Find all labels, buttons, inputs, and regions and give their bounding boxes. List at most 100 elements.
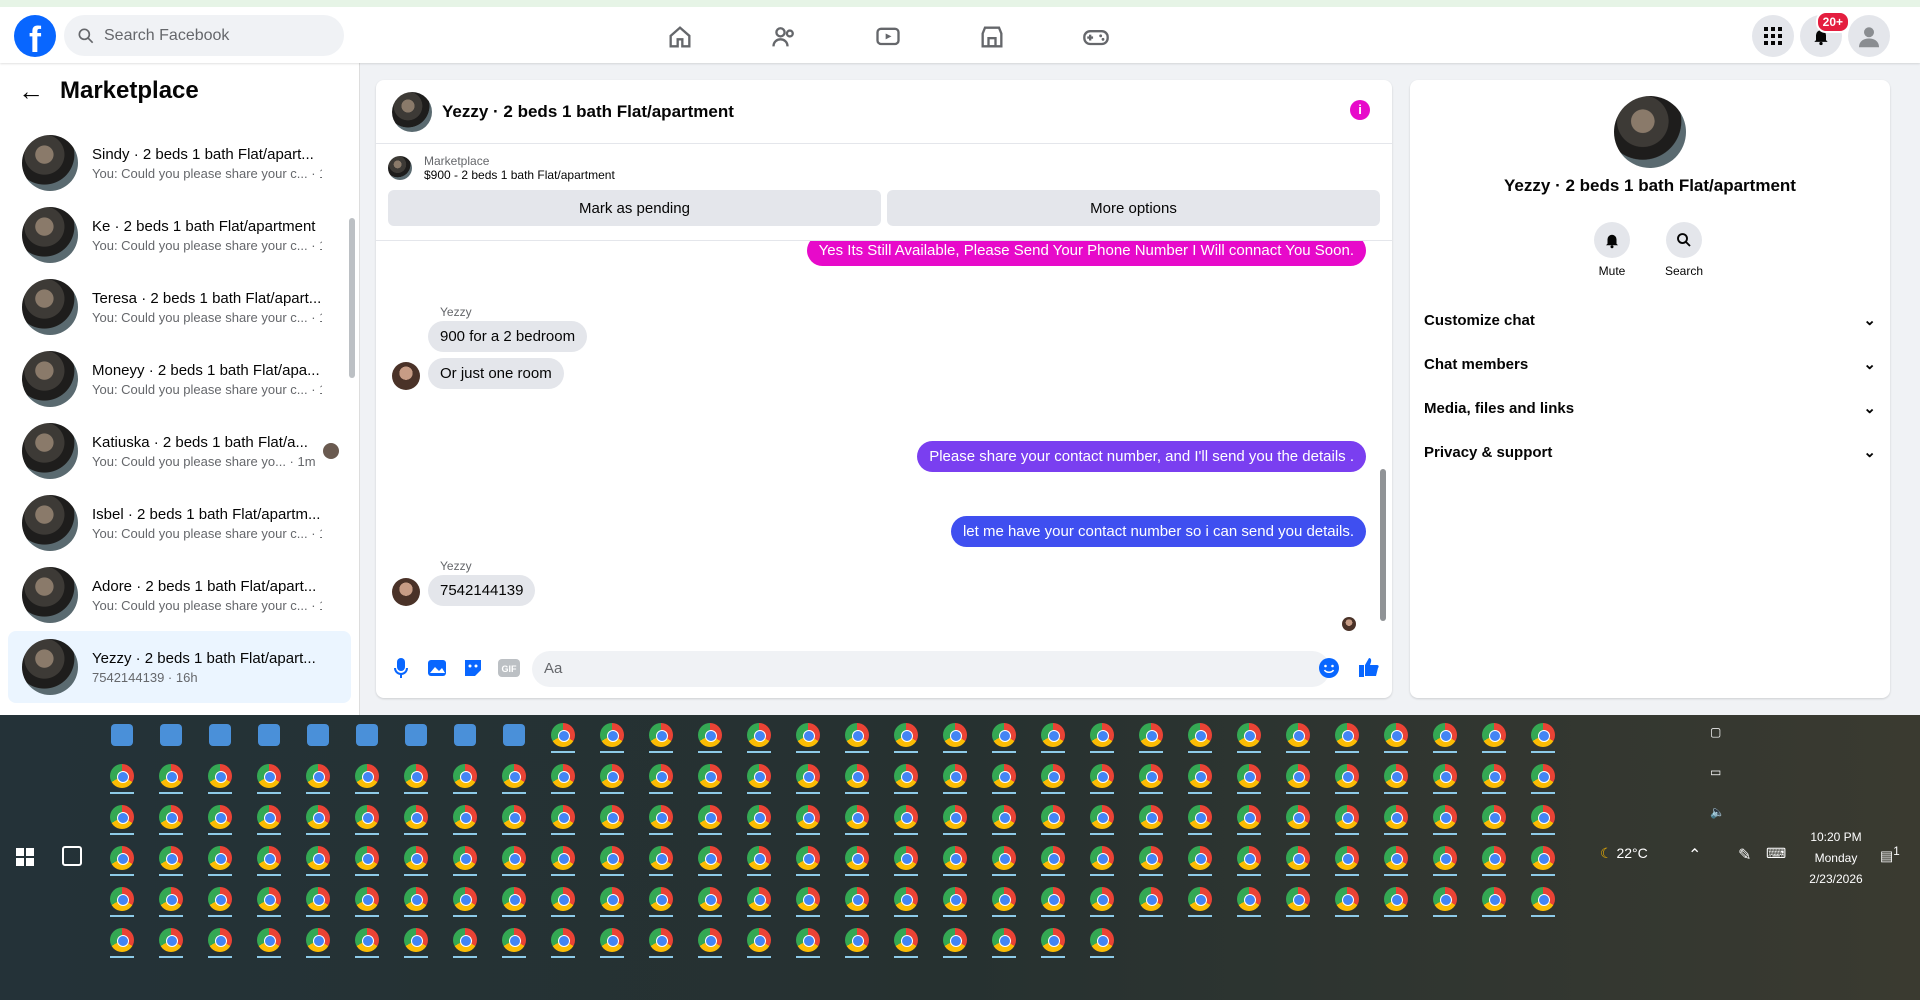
chrome-profile-icon[interactable] — [1233, 760, 1265, 794]
chrome-profile-icon[interactable] — [1429, 801, 1461, 835]
chrome-profile-icon[interactable] — [1282, 883, 1314, 917]
chrome-profile-icon[interactable] — [547, 801, 579, 835]
customize-chat-row[interactable]: Customize chat ⌄ — [1424, 300, 1876, 340]
chrome-profile-icon[interactable] — [988, 719, 1020, 753]
chrome-profile-icon[interactable] — [1037, 924, 1069, 958]
mute-button[interactable]: Mute — [1582, 222, 1642, 278]
chrome-profile-icon[interactable] — [988, 760, 1020, 794]
chrome-profile-icon[interactable] — [400, 801, 432, 835]
chrome-profile-icon[interactable] — [841, 842, 873, 876]
chrome-profile-icon[interactable] — [547, 842, 579, 876]
chrome-profile-icon[interactable] — [743, 760, 775, 794]
chrome-profile-icon[interactable] — [1380, 801, 1412, 835]
chrome-profile-icon[interactable] — [890, 719, 922, 753]
chrome-profile-icon[interactable] — [547, 760, 579, 794]
chrome-profile-icon[interactable] — [400, 760, 432, 794]
chrome-profile-icon[interactable] — [792, 924, 824, 958]
chrome-profile-icon[interactable] — [694, 719, 726, 753]
chrome-profile-icon[interactable] — [1331, 883, 1363, 917]
chrome-profile-icon[interactable] — [1282, 801, 1314, 835]
chrome-profile-icon[interactable] — [1478, 883, 1510, 917]
chrome-profile-icon[interactable] — [743, 842, 775, 876]
chrome-profile-icon[interactable] — [694, 760, 726, 794]
volume-icon[interactable]: 🔈 — [1710, 805, 1725, 819]
chrome-profile-icon[interactable] — [302, 801, 334, 835]
chrome-profile-icon[interactable] — [694, 842, 726, 876]
chrome-profile-icon[interactable] — [1282, 719, 1314, 753]
chrome-profile-icon[interactable] — [743, 924, 775, 958]
sticky-notes-icon[interactable] — [498, 719, 530, 751]
chrome-profile-icon[interactable] — [1037, 842, 1069, 876]
chrome-profile-icon[interactable] — [890, 760, 922, 794]
chrome-profile-icon[interactable] — [939, 883, 971, 917]
chrome-profile-icon[interactable] — [204, 924, 236, 958]
chrome-profile-icon[interactable] — [596, 719, 628, 753]
media-files-links-row[interactable]: Media, files and links ⌄ — [1424, 388, 1876, 428]
chrome-profile-icon[interactable] — [1135, 842, 1167, 876]
chrome-profile-icon[interactable] — [400, 719, 432, 751]
chrome-profile-icon[interactable] — [645, 883, 677, 917]
info-icon[interactable]: i — [1350, 100, 1370, 120]
task-view-icon[interactable] — [62, 846, 82, 866]
chrome-profile-icon[interactable] — [547, 719, 579, 753]
chrome-profile-icon[interactable] — [1429, 842, 1461, 876]
thread-item-selected[interactable]: Yezzy · 2 beds 1 bath Flat/apart... 75421… — [8, 631, 351, 703]
chrome-profile-icon[interactable] — [1037, 719, 1069, 753]
chrome-profile-icon[interactable] — [498, 760, 530, 794]
chrome-profile-icon[interactable] — [890, 842, 922, 876]
chrome-profile-icon[interactable] — [890, 801, 922, 835]
chrome-profile-icon[interactable] — [302, 842, 334, 876]
chrome-profile-icon[interactable] — [1380, 760, 1412, 794]
chrome-profile-icon[interactable] — [890, 924, 922, 958]
chrome-profile-icon[interactable] — [155, 801, 187, 835]
chrome-profile-icon[interactable] — [400, 924, 432, 958]
chrome-profile-icon[interactable] — [253, 924, 285, 958]
file-explorer-icon[interactable] — [204, 719, 236, 751]
chrome-profile-icon[interactable] — [1184, 842, 1216, 876]
chat-listing-avatar[interactable] — [392, 91, 432, 132]
chrome-profile-icon[interactable] — [841, 924, 873, 958]
chrome-profile-icon[interactable] — [106, 883, 138, 917]
paint-icon[interactable] — [449, 719, 481, 751]
chrome-profile-icon[interactable] — [1086, 719, 1118, 753]
chrome-profile-icon[interactable] — [302, 924, 334, 958]
chrome-profile-icon[interactable] — [449, 760, 481, 794]
gif-icon[interactable]: GIF — [498, 657, 520, 679]
chrome-profile-icon[interactable] — [449, 842, 481, 876]
chat-title[interactable]: Yezzy · 2 beds 1 bath Flat/apartment — [442, 102, 734, 122]
sticker-icon[interactable] — [462, 657, 484, 679]
chrome-profile-icon[interactable] — [939, 719, 971, 753]
chrome-profile-icon[interactable] — [1184, 760, 1216, 794]
chat-members-row[interactable]: Chat members ⌄ — [1424, 344, 1876, 384]
chrome-profile-icon[interactable] — [841, 760, 873, 794]
chrome-profile-icon[interactable] — [890, 883, 922, 917]
chrome-profile-icon[interactable] — [1527, 719, 1559, 753]
chrome-profile-icon[interactable] — [204, 842, 236, 876]
chrome-profile-icon[interactable] — [106, 924, 138, 958]
chrome-profile-icon[interactable] — [204, 760, 236, 794]
windows-start-icon[interactable] — [16, 848, 34, 866]
chrome-profile-icon[interactable] — [988, 883, 1020, 917]
meet-now-icon[interactable]: ▢ — [1710, 725, 1721, 739]
messages-scrollbar[interactable] — [1380, 469, 1386, 621]
chrome-profile-icon[interactable] — [1527, 801, 1559, 835]
chrome-profile-icon[interactable] — [1380, 719, 1412, 753]
microphone-icon[interactable] — [390, 657, 412, 679]
chrome-profile-icon[interactable] — [351, 883, 383, 917]
weather-widget[interactable]: ☾ 22°C — [1600, 845, 1648, 862]
chrome-profile-icon[interactable] — [1086, 801, 1118, 835]
emoji-icon[interactable] — [1318, 657, 1340, 679]
chrome-profile-icon[interactable] — [841, 719, 873, 753]
chrome-profile-icon[interactable] — [351, 760, 383, 794]
sender-avatar[interactable] — [392, 362, 420, 390]
chrome-profile-icon[interactable] — [1233, 842, 1265, 876]
message-outgoing[interactable]: Please share your contact number, and I'… — [917, 441, 1366, 472]
mark-as-pending-button[interactable]: Mark as pending — [388, 190, 881, 226]
chrome-profile-icon[interactable] — [645, 760, 677, 794]
chrome-profile-icon[interactable] — [1135, 801, 1167, 835]
chrome-profile-icon[interactable] — [1086, 842, 1118, 876]
chrome-profile-icon[interactable] — [1233, 719, 1265, 753]
chrome-profile-icon[interactable] — [841, 801, 873, 835]
chrome-profile-icon[interactable] — [988, 801, 1020, 835]
chrome-profile-icon[interactable] — [1233, 883, 1265, 917]
